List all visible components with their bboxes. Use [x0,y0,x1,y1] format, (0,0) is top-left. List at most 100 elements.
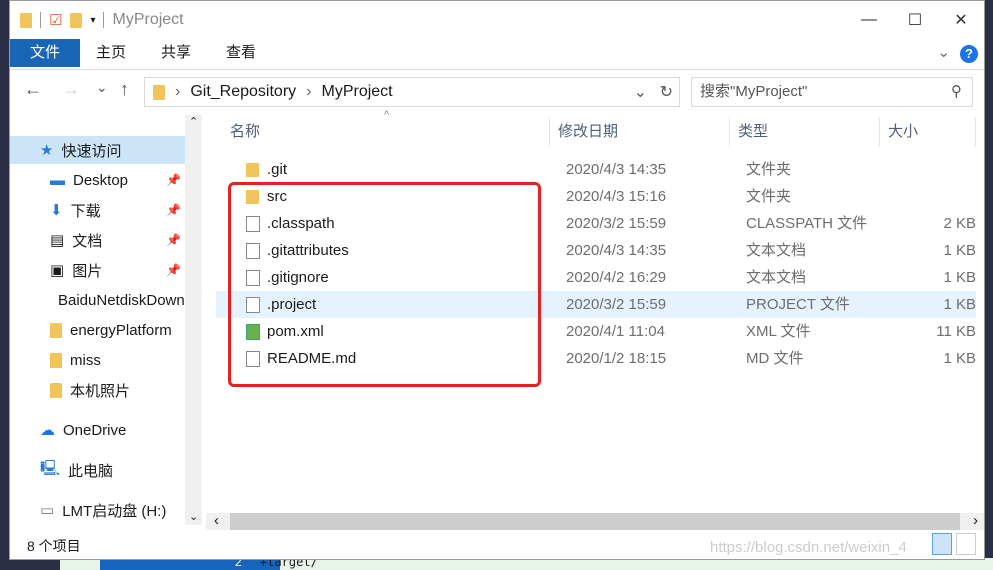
scroll-down-icon[interactable]: ⌄ [189,510,198,523]
picture-icon: ▣ [50,262,65,279]
scrollbar-thumb[interactable] [230,513,960,530]
sidebar-item-label: Desktop [73,171,129,189]
computer-icon: 🖳 [40,459,61,477]
sidebar-item-label: 本机照片 [70,382,131,400]
breadcrumb-myproject[interactable]: MyProject [321,83,392,101]
file-size: 1 KB [943,269,976,286]
column-header-date[interactable]: 修改日期 [550,117,730,147]
tab-share[interactable]: 共享 [161,39,191,67]
refresh-icon[interactable]: ↻ [660,82,673,102]
expand-ribbon-icon[interactable]: ⌄ [937,43,950,61]
sidebar-item-quick-access[interactable]: ★ 快速访问 [10,136,185,164]
tab-home[interactable]: 主页 [96,39,126,67]
sidebar-item-label: energyPlatform [70,321,172,339]
scroll-left-icon[interactable]: ‹ [214,512,219,529]
tab-file[interactable]: 文件 [10,39,80,67]
file-type: 文本文档 [746,242,807,259]
close-button[interactable]: ✕ [938,1,984,39]
back-button[interactable]: ← [24,79,42,100]
search-placeholder: 搜索"MyProject" [700,83,808,100]
sidebar-item-energyplatform[interactable]: energyPlatform [50,316,185,344]
properties-icon[interactable]: ☑ [49,11,62,29]
breadcrumb-git-repository[interactable]: Git_Repository [190,83,296,101]
new-folder-icon[interactable] [70,12,83,28]
scroll-right-icon[interactable]: › [973,512,978,529]
file-row[interactable]: .git 2020/4/3 14:35 文件夹 [216,156,976,183]
file-size: 11 KB [936,323,976,340]
sidebar-item-baidunetdisk[interactable]: BaiduNetdiskDownload [50,286,185,314]
document-icon: ▤ [50,232,65,249]
up-button[interactable]: ↑ [120,79,129,100]
column-header-size[interactable]: 大小 [880,117,976,147]
file-size: 2 KB [943,215,976,232]
sidebar-item-label: 下载 [70,202,101,220]
large-icons-view-button[interactable] [956,533,976,555]
sidebar-item-documents[interactable]: ▤ 文档 [50,226,185,254]
file-size: 1 KB [943,350,976,367]
desktop-icon: ▬ [50,171,65,189]
file-type: 文件夹 [746,188,792,205]
address-dropdown-icon[interactable]: ⌄ [634,82,647,102]
sidebar-item-miss[interactable]: miss [50,346,185,374]
address-bar[interactable]: › Git_Repository › MyProject ⌄ ↻ [144,77,680,107]
file-size: 1 KB [943,242,976,259]
cloud-icon: ☁ [40,422,55,439]
window-title: MyProject [112,11,184,28]
search-icon: ⚲ [951,83,962,100]
horizontal-scrollbar[interactable]: ‹ › [206,512,984,530]
folder-icon [153,84,165,100]
pin-icon[interactable]: 📌 [166,203,181,217]
sidebar-item-desktop[interactable]: ▬ Desktop [50,166,185,194]
folder-icon [50,322,62,338]
pin-icon[interactable]: 📌 [166,173,181,187]
sidebar-item-label: LMT启动盘 (H:) [62,502,167,520]
sidebar-item-pictures[interactable]: ▣ 图片 [50,256,185,284]
watermark: https://blog.csdn.net/weixin_4 [710,539,907,556]
file-type: PROJECT 文件 [746,296,850,313]
folder-icon [50,382,62,398]
file-date: 2020/4/1 11:04 [566,323,665,340]
pin-icon[interactable]: 📌 [166,233,181,247]
recent-locations-button[interactable]: ⌄ [96,79,108,96]
minimize-button[interactable]: — [846,1,892,39]
file-type: CLASSPATH 文件 [746,215,868,232]
sidebar-item-label: BaiduNetdiskDownload [58,291,185,309]
highlight-annotation [228,182,541,387]
navigation-scrollbar[interactable]: ⌃ ⌄ [185,115,202,525]
file-type: MD 文件 [746,350,804,367]
column-header-name[interactable]: 名称 [206,117,550,147]
details-view-button[interactable] [932,533,952,555]
sidebar-item-drive-h[interactable]: ▭ LMT启动盘 (H:) [40,496,185,524]
folder-icon [246,163,259,177]
folder-icon [20,12,32,28]
file-date: 2020/4/3 14:35 [566,161,667,178]
sidebar-item-label: miss [70,351,101,369]
search-input[interactable]: 搜索"MyProject" ⚲ [691,77,973,107]
scroll-up-icon[interactable]: ⌃ [189,115,198,128]
file-name: .git [267,161,288,178]
sidebar-item-onedrive[interactable]: ☁ OneDrive [40,416,185,444]
item-count: 8 个项目 [27,538,81,554]
forward-button[interactable]: → [62,79,80,100]
file-date: 2020/1/2 18:15 [566,350,667,367]
column-header-type[interactable]: 类型 [730,117,880,147]
file-type: XML 文件 [746,323,811,340]
sidebar-item-label: 此电脑 [68,462,114,480]
sidebar-item-local-photos[interactable]: 本机照片 [50,376,185,404]
maximize-button[interactable]: ☐ [892,1,938,39]
download-icon: ⬇ [50,202,63,219]
sidebar-item-downloads[interactable]: ⬇ 下载 [50,196,185,224]
title-bar: ☑ ▾ MyProject [10,1,984,39]
help-button[interactable]: ? [960,45,978,63]
navigation-pane: ★ 快速访问 ▬ Desktop ⬇ 下载 ▤ 文档 ▣ 图片 📌 📌 📌 📌 Baidu… [10,115,185,525]
sidebar-item-label: 快速访问 [61,142,122,160]
drive-icon: ▭ [40,502,55,519]
tab-view[interactable]: 查看 [226,39,256,67]
file-date: 2020/3/2 15:59 [566,296,667,313]
customize-toolbar-icon[interactable]: ▾ [90,15,95,26]
sidebar-item-this-pc[interactable]: 🖳 此电脑 [40,456,185,484]
file-type: 文本文档 [746,269,807,286]
pin-icon[interactable]: 📌 [166,263,181,277]
navigation-bar: ← → ⌄ ↑ › Git_Repository › MyProject ⌄ ↻… [10,77,984,107]
file-date: 2020/4/2 16:29 [566,269,667,286]
